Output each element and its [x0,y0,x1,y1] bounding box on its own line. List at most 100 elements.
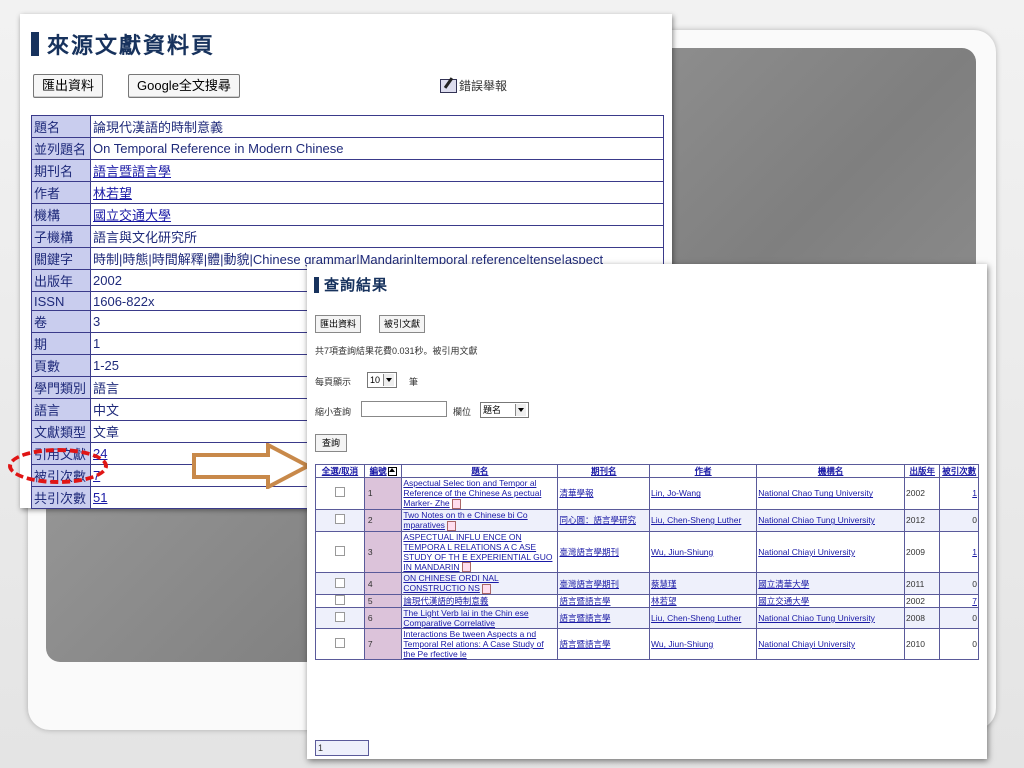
report-error-link[interactable]: 錯誤舉報 [440,77,507,94]
journal-cell[interactable]: 臺灣語言學期刊 [557,530,651,574]
journal-cell-link[interactable]: 臺灣語言學期刊 [559,547,619,557]
title-cell[interactable]: The Light Verb lai in the Chin ese Compa… [401,607,559,629]
journal-cell-link[interactable]: 同心圓：語言學研究 [559,515,636,525]
author-cell-link[interactable]: Lin, Jo-Wang [651,488,701,498]
row-checkbox[interactable] [334,487,345,498]
row-checkbox[interactable] [334,577,345,588]
journal-cell[interactable]: 同心圓：語言學研究 [557,508,651,532]
field-value-link[interactable]: 語言暨語言學 [93,164,171,179]
cited-count-cell-link[interactable]: 1 [972,547,977,557]
row-checkbox[interactable] [334,595,345,605]
org-cell[interactable]: 國立交通大學 [756,594,906,608]
author-cell[interactable]: Wu, Jiun-Shiung [649,628,758,660]
author-cell[interactable]: Liu, Chen-Sheng Luther [649,607,758,629]
author-cell-link[interactable]: 林若望 [651,596,677,606]
row-checkbox-cell[interactable] [315,628,365,660]
journal-cell-link[interactable]: 語言暨語言學 [559,639,610,649]
row-checkbox-cell[interactable] [315,508,365,532]
cited-count-cell[interactable]: 1 [939,530,979,574]
row-checkbox[interactable] [334,545,345,556]
title-cell[interactable]: Interactions Be tween Aspects a nd Tempo… [401,628,559,660]
journal-cell[interactable]: 清華學報 [557,477,651,510]
title-cell-link[interactable]: 論現代漢語的時制意義 [403,596,488,606]
row-checkbox[interactable] [334,514,345,525]
author-cell[interactable]: 蔡慧瑾 [649,572,758,595]
org-cell-link[interactable]: National Chao Tung University [758,488,873,498]
org-cell[interactable]: 國立清華大學 [756,572,906,595]
author-cell-link[interactable]: Liu, Chen-Sheng Luther [651,515,741,525]
cited-count-cell-link[interactable]: 7 [972,596,977,606]
row-checkbox-cell[interactable] [315,477,365,510]
title-cell[interactable]: ASPECTUAL INFLU ENCE ON TEMPORA L RELATI… [401,530,559,574]
journal-cell[interactable]: 語言暨語言學 [557,594,651,608]
export-button[interactable]: 匯出資料 [33,74,104,98]
field-value[interactable]: 林若望 [90,181,664,204]
journal-cell-link[interactable]: 語言暨語言學 [559,596,610,606]
pdf-icon[interactable] [461,562,471,573]
org-cell-link[interactable]: 國立交通大學 [758,596,809,606]
org-cell-link[interactable]: National Chiao Tung University [758,613,875,623]
pdf-icon[interactable] [446,520,456,531]
org-cell-link[interactable]: National Chiayi University [758,639,855,649]
title-cell-link[interactable]: ASPECTUAL INFLU ENCE ON TEMPORA L RELATI… [403,532,552,572]
search-button[interactable]: 查詢 [315,434,348,452]
org-cell[interactable]: National Chiao Tung University [756,607,906,629]
org-cell[interactable]: National Chiayi University [756,628,906,660]
author-cell-link[interactable]: 蔡慧瑾 [651,579,677,589]
pdf-icon[interactable] [481,584,491,594]
field-value[interactable]: 語言暨語言學 [90,159,664,182]
row-checkbox[interactable] [334,612,345,622]
author-cell[interactable]: Liu, Chen-Sheng Luther [649,508,758,532]
author-cell-link[interactable]: Wu, Jiun-Shiung [651,547,713,557]
org-cell-link[interactable]: 國立清華大學 [758,579,809,589]
author-cell[interactable]: 林若望 [649,594,758,608]
org-cell[interactable]: National Chiayi University [756,530,906,574]
title-cell-link[interactable]: Two Notes on th e Chinese bi Co mparativ… [403,510,527,530]
org-cell[interactable]: National Chiao Tung University [756,508,906,532]
title-cell[interactable]: ON CHINESE ORDI NAL CONSTRUCTIO NS [401,572,559,595]
column-header[interactable]: 題名 [401,464,559,478]
cited-count-cell[interactable]: 1 [939,477,979,510]
author-cell-link[interactable]: Liu, Chen-Sheng Luther [651,613,741,623]
column-header[interactable]: 期刊名 [557,464,651,478]
author-cell[interactable]: Wu, Jiun-Shiung [649,530,758,574]
journal-cell-link[interactable]: 語言暨語言學 [559,613,610,623]
author-cell[interactable]: Lin, Jo-Wang [649,477,758,510]
pagination[interactable]: 1 [315,740,369,756]
title-cell[interactable]: 論現代漢語的時制意義 [401,594,559,608]
title-cell[interactable]: Aspectual Selec tion and Tempor al Refer… [401,477,559,510]
cited-count-cell-link[interactable]: 1 [972,488,977,498]
title-cell-link[interactable]: The Light Verb lai in the Chin ese Compa… [403,608,528,628]
row-checkbox-cell[interactable] [315,607,365,629]
column-header[interactable]: 全選/取消 [315,464,365,478]
field-value[interactable]: 國立交通大學 [90,203,664,226]
row-checkbox-cell[interactable] [315,594,365,608]
journal-cell-link[interactable]: 臺灣語言學期刊 [559,579,619,589]
journal-cell[interactable]: 語言暨語言學 [557,607,651,629]
narrow-search-input[interactable] [361,401,447,417]
column-header[interactable]: 被引次數 [939,464,979,478]
export-button[interactable]: 匯出資料 [315,315,362,333]
pdf-icon[interactable] [451,498,461,509]
title-cell-link[interactable]: Interactions Be tween Aspects a nd Tempo… [403,629,543,659]
author-cell-link[interactable]: Wu, Jiun-Shiung [651,639,713,649]
org-cell-link[interactable]: National Chiao Tung University [758,515,875,525]
sort-asc-icon[interactable] [387,467,397,477]
field-select[interactable]: 題名 [480,402,530,418]
title-cell[interactable]: Two Notes on th e Chinese bi Co mparativ… [401,508,559,532]
google-search-button[interactable]: Google全文搜尋 [128,74,240,98]
org-cell-link[interactable]: National Chiayi University [758,547,855,557]
cited-count-cell[interactable]: 7 [939,594,979,608]
field-value-link[interactable]: 國立交通大學 [93,208,171,223]
per-page-select[interactable]: 10 [367,372,398,388]
column-header[interactable]: 編號 [363,464,403,478]
row-checkbox-cell[interactable] [315,530,365,574]
field-value-link[interactable]: 51 [93,490,107,505]
cited-docs-button[interactable]: 被引文獻 [379,315,426,333]
journal-cell-link[interactable]: 清華學報 [559,488,593,498]
field-value-link[interactable]: 林若望 [93,186,132,201]
row-checkbox[interactable] [334,638,345,648]
column-header[interactable]: 出版年 [904,464,941,478]
title-cell-link[interactable]: Aspectual Selec tion and Tempor al Refer… [403,478,541,508]
journal-cell[interactable]: 語言暨語言學 [557,628,651,660]
